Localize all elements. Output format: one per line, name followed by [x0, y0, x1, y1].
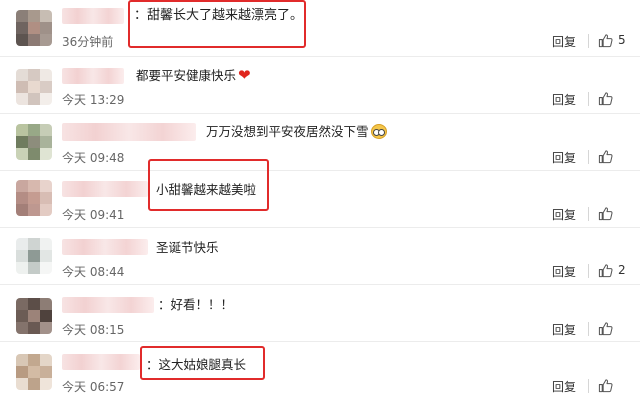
red-heart-emoji: ❤: [238, 66, 251, 84]
like-button[interactable]: 5: [598, 31, 634, 49]
comment-time: 今天 08:44: [62, 265, 125, 279]
reply-button[interactable]: 回复: [552, 33, 576, 50]
thumbs-up-icon: [598, 263, 613, 277]
username-redacted[interactable]: [62, 8, 124, 24]
reply-button[interactable]: 回复: [552, 378, 576, 395]
username-redacted[interactable]: [62, 123, 196, 141]
comment-item: ：甜馨长大了越来越漂亮了。 36分钟前 回复 5: [0, 0, 640, 57]
comment-item: 万万没想到平安夜居然没下雪 今天 09:48 回复: [0, 114, 640, 171]
thumbs-up-icon: [598, 33, 613, 47]
like-count: 5: [618, 33, 626, 47]
comment-text: ：这大姑娘腿真长: [146, 357, 247, 372]
reply-button[interactable]: 回复: [552, 321, 576, 338]
comment-text: ：甜馨长大了越来越漂亮了。: [134, 8, 304, 23]
comment-item: 圣诞节快乐 今天 08:44 回复 2: [0, 228, 640, 285]
comment-text: 圣诞节快乐: [156, 240, 219, 255]
comment-text-content: 万万没想到平安夜居然没下雪: [206, 124, 369, 139]
comment-item: 小甜馨越来越美啦 今天 09:41 回复: [0, 159, 640, 228]
like-button[interactable]: 2: [598, 261, 634, 279]
thumbs-up-icon: [598, 206, 613, 220]
divider: [588, 34, 589, 48]
avatar[interactable]: [16, 124, 52, 160]
comment-item: ：这大姑娘腿真长 今天 06:57 回复: [0, 342, 640, 403]
thumbs-up-icon: [598, 149, 613, 163]
username-redacted[interactable]: [62, 354, 140, 370]
divider: [588, 264, 589, 278]
reply-button[interactable]: 回复: [552, 91, 576, 108]
comment-text: ：好看！！！: [158, 297, 234, 312]
comment-item: 都要平安健康快乐 ❤ 今天 13:29 回复: [0, 57, 640, 114]
comment-text: 小甜馨越来越美啦: [156, 182, 257, 197]
like-count: 2: [618, 263, 626, 277]
avatar[interactable]: [16, 238, 52, 274]
comment-time: 今天 09:48: [62, 151, 125, 165]
comment-text: 万万没想到平安夜居然没下雪: [206, 124, 387, 140]
avatar[interactable]: [16, 10, 52, 46]
glasses-face-emoji: [370, 124, 387, 139]
comment-time: 今天 09:41: [62, 208, 125, 222]
avatar[interactable]: [16, 69, 52, 105]
divider: [588, 92, 589, 106]
thumbs-up-icon: [598, 378, 613, 392]
divider: [588, 150, 589, 164]
reply-button[interactable]: 回复: [552, 263, 576, 280]
divider: [588, 379, 589, 393]
comment-time: 今天 13:29: [62, 93, 125, 107]
like-button[interactable]: [598, 204, 634, 222]
comment-item: ：好看！！！ 今天 08:15 回复: [0, 285, 640, 342]
divider: [588, 207, 589, 221]
username-redacted[interactable]: [62, 297, 154, 313]
comment-time: 36分钟前: [62, 35, 114, 49]
comment-time: 今天 06:57: [62, 380, 125, 394]
avatar[interactable]: [16, 354, 52, 390]
comment-list: ：甜馨长大了越来越漂亮了。 36分钟前 回复 5 都要平安健康快乐 ❤ 今天 13…: [0, 0, 640, 403]
like-button[interactable]: [598, 147, 634, 165]
like-button[interactable]: [598, 376, 634, 394]
username-redacted[interactable]: [62, 181, 148, 197]
reply-button[interactable]: 回复: [552, 149, 576, 166]
comment-text: 都要平安健康快乐 ❤: [136, 67, 251, 84]
like-button[interactable]: [598, 89, 634, 107]
username-redacted[interactable]: [62, 68, 124, 84]
comment-text-content: 都要平安健康快乐: [136, 68, 237, 83]
thumbs-up-icon: [598, 91, 613, 105]
like-button[interactable]: [598, 319, 634, 337]
username-redacted[interactable]: [62, 239, 148, 255]
avatar[interactable]: [16, 298, 52, 334]
comment-time: 今天 08:15: [62, 323, 125, 337]
reply-button[interactable]: 回复: [552, 206, 576, 223]
thumbs-up-icon: [598, 321, 613, 335]
avatar[interactable]: [16, 180, 52, 216]
divider: [588, 322, 589, 336]
